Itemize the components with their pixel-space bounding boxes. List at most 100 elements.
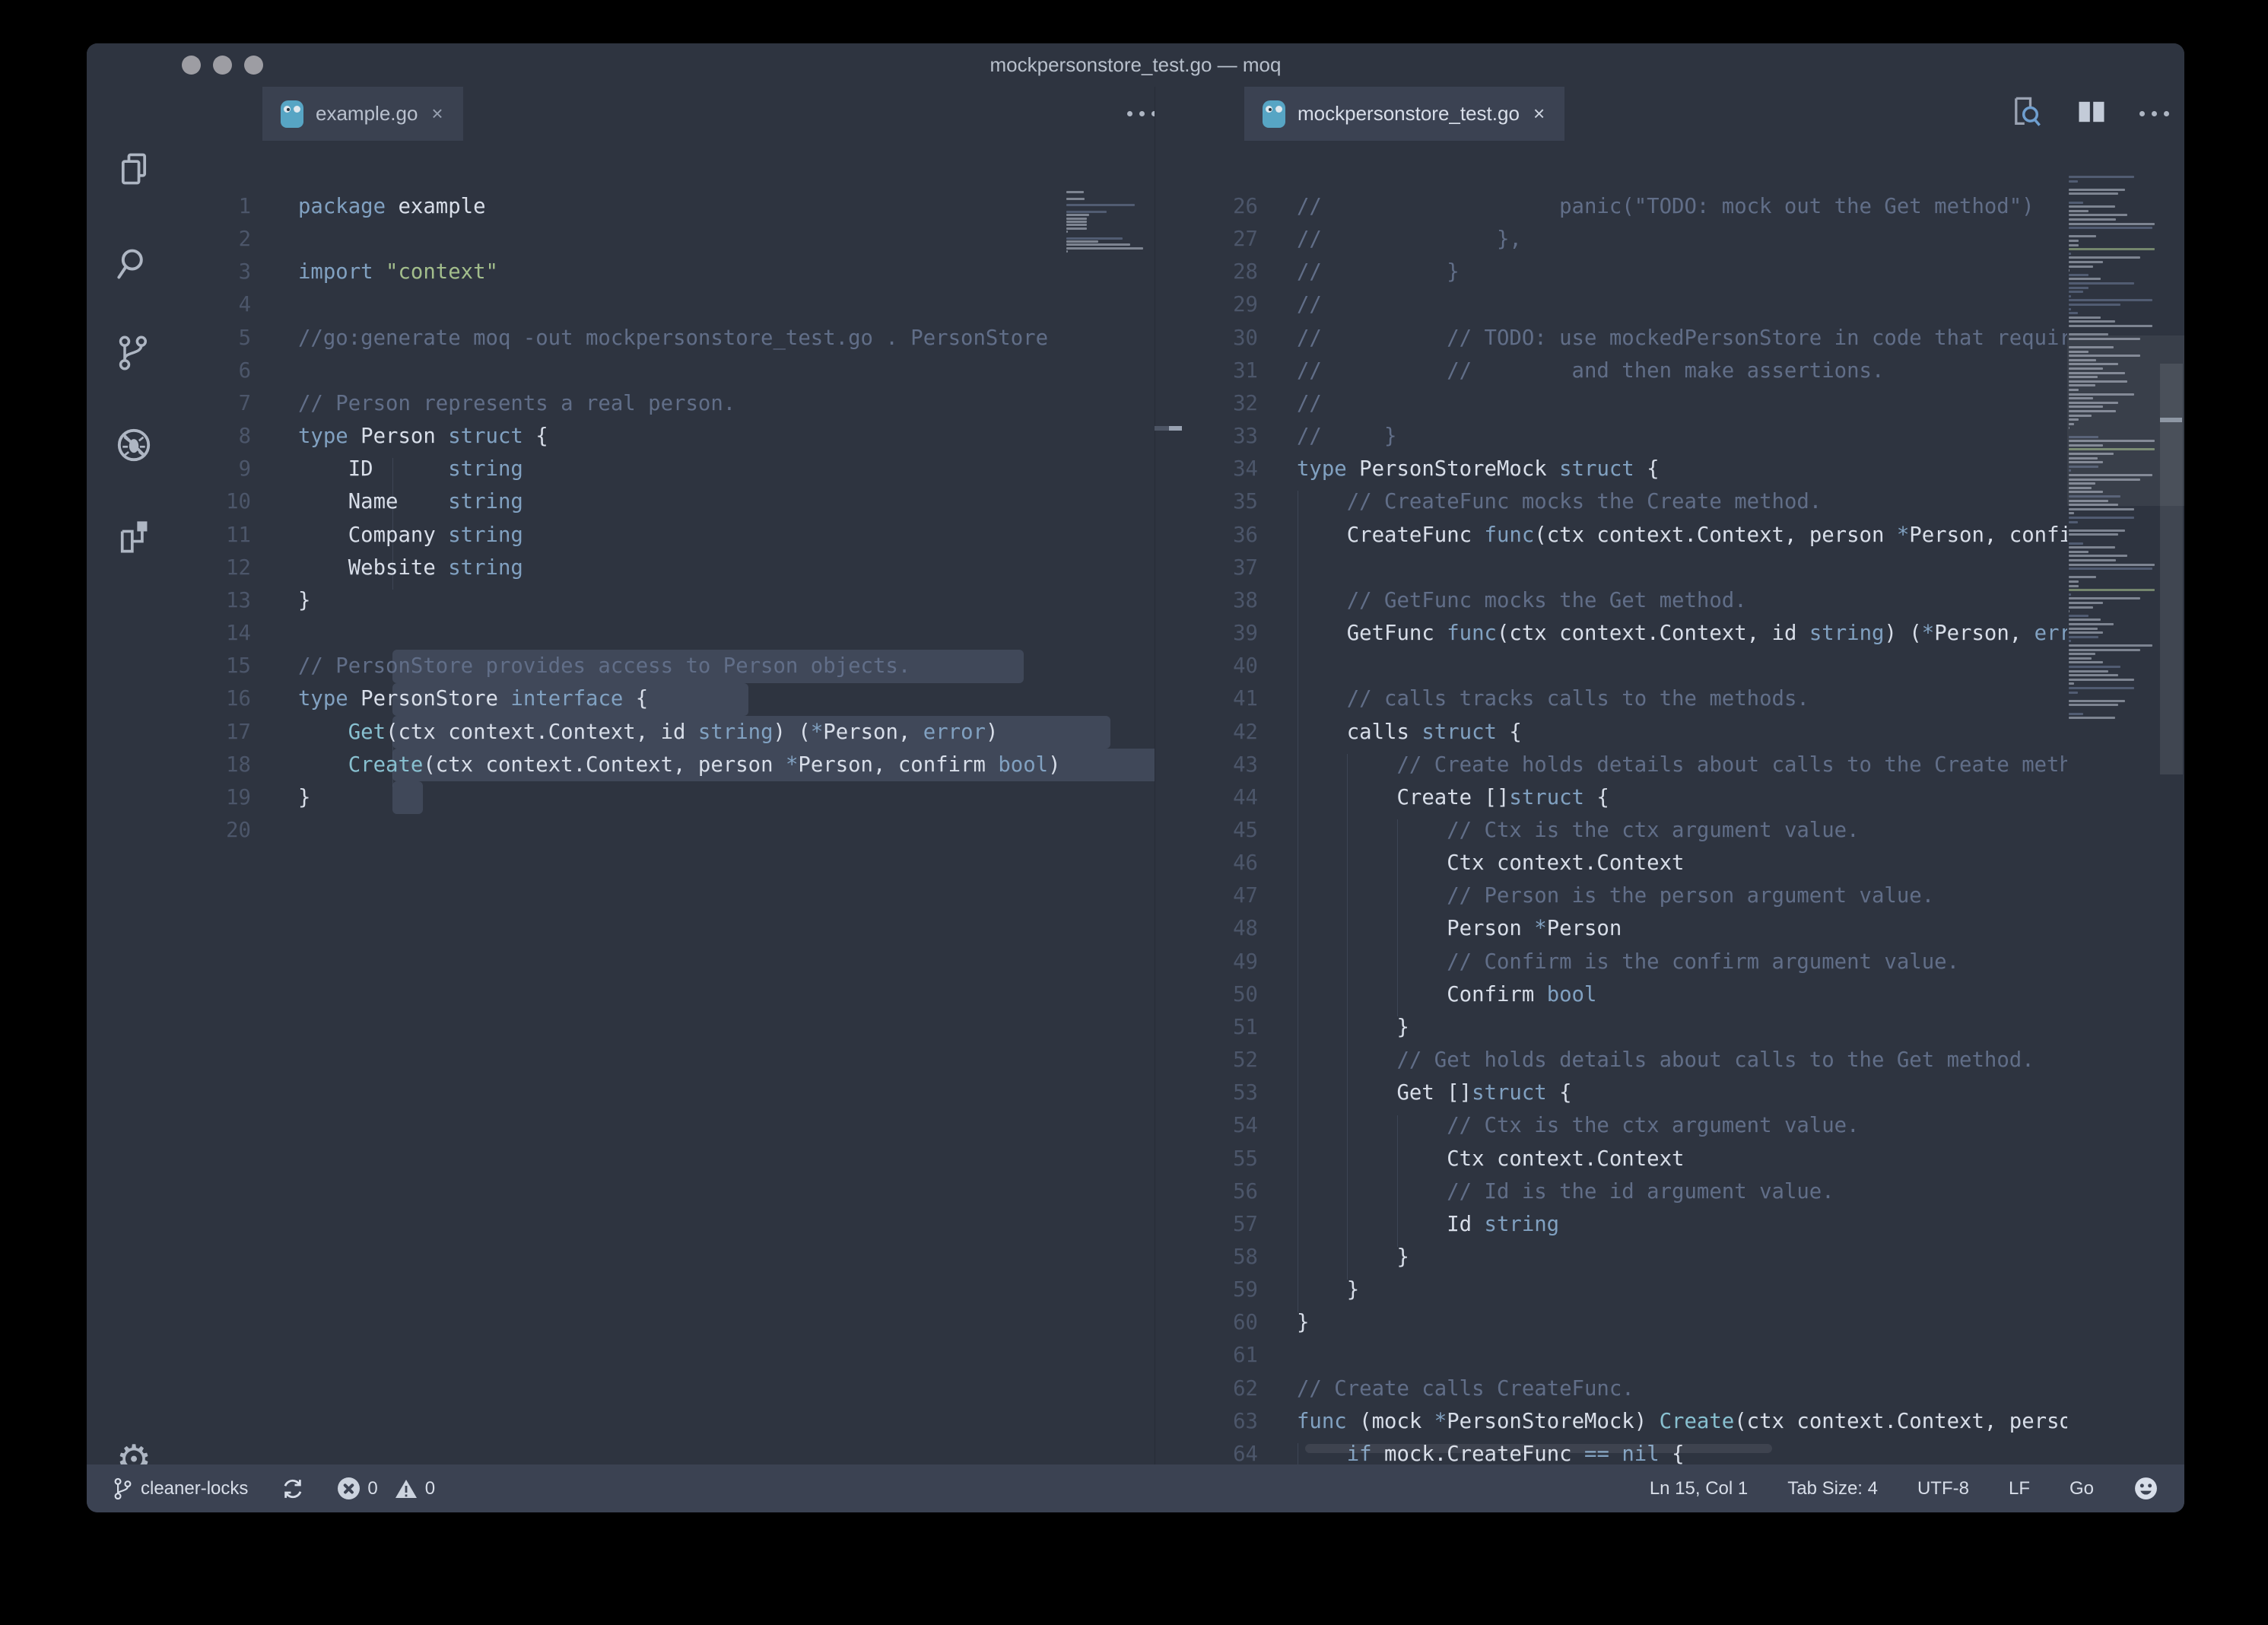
code-line: 52 // Get holds details about calls to t… [1155, 1044, 2067, 1076]
cursor-position[interactable]: Ln 15, Col 1 [1650, 1478, 1748, 1499]
code-line: 33// } [1155, 420, 2067, 453]
vertical-scrollbar[interactable] [2160, 364, 2183, 774]
explorer-icon[interactable] [87, 131, 181, 207]
tab-example-go[interactable]: example.go × [262, 87, 463, 141]
go-gopher-icon [281, 100, 303, 128]
code-line: 56 // Id is the id argument value. [1155, 1175, 2067, 1208]
go-gopher-icon [1263, 100, 1285, 128]
code-line: 58 } [1155, 1241, 2067, 1274]
code-line: 41 // calls tracks calls to the methods. [1155, 682, 2067, 715]
code-line: 46 Ctx context.Context [1155, 847, 2067, 879]
branch-indicator[interactable]: cleaner-locks [113, 1477, 248, 1500]
status-bar: cleaner-locks 0 0 Ln 15, Col 1 [87, 1464, 2184, 1512]
source-control-icon[interactable] [87, 315, 181, 391]
code-line: 10 Name string [181, 485, 1065, 518]
code-line: 48 Person *Person [1155, 912, 2067, 945]
code-line: 38 // GetFunc mocks the Get method. [1155, 584, 2067, 617]
code-line: 11 Company string [181, 519, 1065, 552]
title-bar: mockpersonstore_test.go — moq [87, 43, 2184, 87]
code-line: 4 [181, 288, 1065, 321]
code-line: 39 GetFunc func(ctx context.Context, id … [1155, 617, 2067, 650]
vscode-window: mockpersonstore_test.go — moq [87, 43, 2184, 1512]
tab-bar-left-group: example.go × [181, 87, 1155, 141]
code-line: 54 // Ctx is the ctx argument value. [1155, 1109, 2067, 1142]
code-line: 8type Person struct { [181, 420, 1065, 453]
minimap[interactable] [1065, 141, 1153, 1464]
debug-disabled-icon[interactable] [87, 407, 181, 483]
code-line: 2 [181, 223, 1065, 256]
tab-label: example.go [316, 102, 418, 126]
more-actions-icon[interactable] [1127, 87, 1157, 141]
code-line: 42 calls struct { [1155, 716, 2067, 749]
editor-mockpersonstore-test-go[interactable]: 26// panic("TODO: mock out the Get metho… [1155, 141, 2184, 1464]
horizontal-scrollbar[interactable] [1305, 1444, 1772, 1453]
code-line: 40 [1155, 650, 2067, 682]
error-icon [338, 1477, 360, 1499]
warning-count: 0 [425, 1478, 435, 1499]
warning-icon [395, 1478, 418, 1499]
indentation[interactable]: Tab Size: 4 [1787, 1478, 1878, 1499]
code-line: 44 Create []struct { [1155, 781, 2067, 814]
code-line: 1package example [181, 190, 1065, 223]
code-line: 16type PersonStore interface { [181, 682, 1065, 715]
tab-label: mockpersonstore_test.go [1298, 102, 1520, 126]
code-line: 62// Create calls CreateFunc. [1155, 1372, 2067, 1405]
code-line: 6 [181, 355, 1065, 387]
code-line: 32// [1155, 387, 2067, 420]
code-line: 34type PersonStoreMock struct { [1155, 453, 2067, 485]
problems-indicator[interactable]: 0 0 [338, 1477, 435, 1499]
smiley-icon[interactable] [2133, 1476, 2158, 1501]
code-line: 47 // Person is the person argument valu… [1155, 879, 2067, 912]
code-line: 63func (mock *PersonStoreMock) Create(ct… [1155, 1405, 2067, 1438]
sync-icon[interactable] [281, 1477, 304, 1500]
code-line: 3import "context" [181, 256, 1065, 288]
close-icon[interactable]: × [1532, 102, 1546, 126]
error-count: 0 [367, 1478, 377, 1499]
code-line: 15// PersonStore provides access to Pers… [181, 650, 1065, 682]
code-line: 29// [1155, 288, 2067, 321]
language-mode[interactable]: Go [2069, 1478, 2094, 1499]
code-line: 57 Id string [1155, 1208, 2067, 1241]
activity-bar: ⚙ [87, 87, 181, 1464]
encoding[interactable]: UTF-8 [1917, 1478, 1969, 1499]
code-line: 31// // and then make assertions. [1155, 355, 2067, 387]
overview-ruler-marker [2160, 418, 2182, 422]
code-line: 18 Create(ctx context.Context, person *P… [181, 749, 1065, 781]
code-line: 59 } [1155, 1274, 2067, 1306]
code-line: 30// // TODO: use mockedPersonStore in c… [1155, 322, 2067, 355]
code-line: 45 // Ctx is the ctx argument value. [1155, 814, 2067, 847]
code-line: 5//go:generate moq -out mockpersonstore_… [181, 322, 1065, 355]
extensions-icon[interactable] [87, 498, 181, 574]
branch-name: cleaner-locks [141, 1478, 248, 1499]
code-line: 27// }, [1155, 223, 2067, 256]
code-line: 43 // Create holds details about calls t… [1155, 749, 2067, 781]
code-line: 35 // CreateFunc mocks the Create method… [1155, 485, 2067, 518]
code-line: 37 [1155, 552, 2067, 584]
code-line: 61 [1155, 1339, 2067, 1372]
code-line: 50 Confirm bool [1155, 978, 2067, 1011]
code-line: 28// } [1155, 256, 2067, 288]
more-actions-icon[interactable] [2139, 111, 2169, 116]
code-line: 19} [181, 781, 1065, 814]
tab-mockpersonstore-test-go[interactable]: mockpersonstore_test.go × [1244, 87, 1564, 141]
close-icon[interactable]: × [430, 102, 444, 126]
find-in-file-icon[interactable] [2009, 95, 2043, 132]
code-line: 53 Get []struct { [1155, 1076, 2067, 1109]
code-line: 20 [181, 814, 1065, 847]
editor-example-go[interactable]: 1package example23import "context"45//go… [181, 141, 1155, 1464]
gutter-marker [1169, 426, 1182, 431]
code-line: 51 } [1155, 1011, 2067, 1044]
code-line: 60} [1155, 1306, 2067, 1339]
code-line: 17 Get(ctx context.Context, id string) (… [181, 716, 1065, 749]
gutter-marker [1155, 426, 1169, 431]
code-line: 13} [181, 584, 1065, 617]
code-line: 7// Person represents a real person. [181, 387, 1065, 420]
code-line: 14 [181, 617, 1065, 650]
code-line: 26// panic("TODO: mock out the Get metho… [1155, 190, 2067, 223]
split-editor-icon[interactable] [2075, 95, 2108, 132]
window-title: mockpersonstore_test.go — moq [87, 43, 2184, 87]
code-line: 36 CreateFunc func(ctx context.Context, … [1155, 519, 2067, 552]
search-icon[interactable] [87, 226, 181, 302]
eol-sequence[interactable]: LF [2009, 1478, 2030, 1499]
code-line: 55 Ctx context.Context [1155, 1143, 2067, 1175]
